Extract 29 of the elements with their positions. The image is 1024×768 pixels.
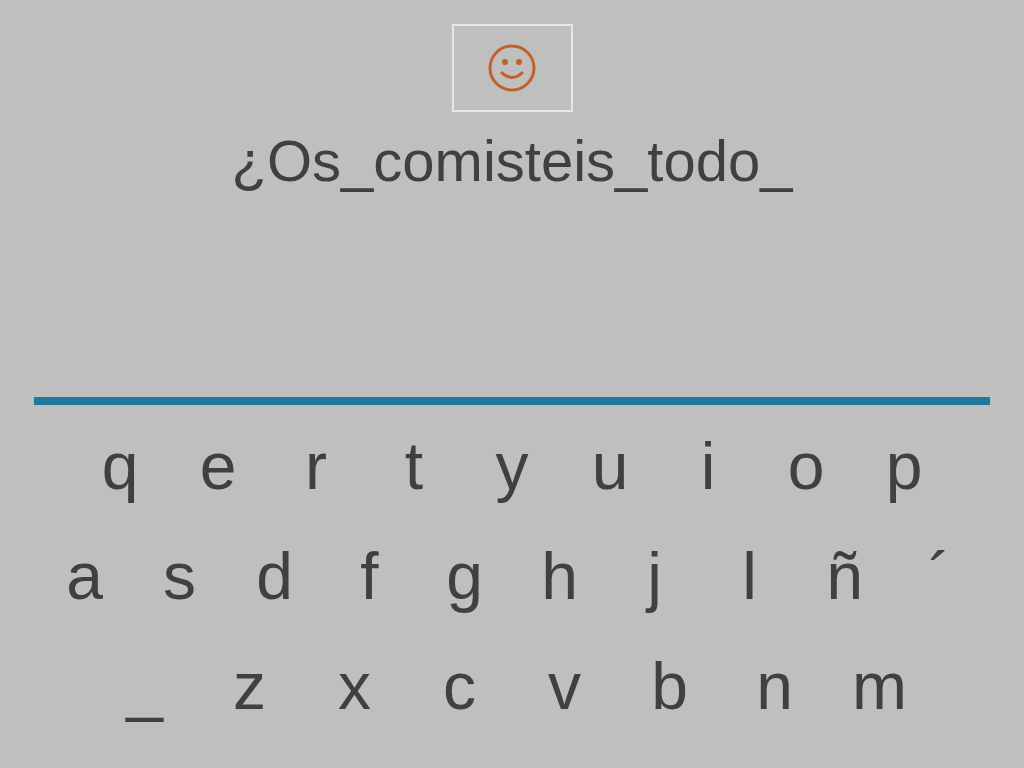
key-button[interactable]: c — [407, 641, 512, 731]
key-button[interactable]: p — [855, 421, 953, 511]
key-button[interactable]: y — [463, 421, 561, 511]
smiley-icon — [487, 43, 537, 93]
key-button[interactable]: _ — [92, 641, 197, 731]
key-button[interactable]: ´ — [892, 531, 987, 621]
key-button[interactable]: a — [37, 531, 132, 621]
key-button[interactable]: e — [169, 421, 267, 511]
key-button[interactable]: z — [197, 641, 302, 731]
key-button[interactable]: i — [659, 421, 757, 511]
key-button[interactable]: g — [417, 531, 512, 621]
key-button[interactable]: q — [71, 421, 169, 511]
key-button[interactable]: ñ — [797, 531, 892, 621]
key-button[interactable]: s — [132, 531, 227, 621]
key-button[interactable]: j — [607, 531, 702, 621]
key-button[interactable]: f — [322, 531, 417, 621]
key-button[interactable]: t — [365, 421, 463, 511]
key-button[interactable]: m — [827, 641, 932, 731]
key-button[interactable]: d — [227, 531, 322, 621]
key-button[interactable]: u — [561, 421, 659, 511]
key-button[interactable]: h — [512, 531, 607, 621]
key-button[interactable]: x — [302, 641, 407, 731]
key-button[interactable]: b — [617, 641, 722, 731]
key-button[interactable]: r — [267, 421, 365, 511]
key-button[interactable]: n — [722, 641, 827, 731]
prompt-text: ¿Os_comisteis_todo_ — [231, 132, 793, 190]
key-button[interactable]: l — [702, 531, 797, 621]
key-button[interactable]: v — [512, 641, 617, 731]
key-button[interactable]: o — [757, 421, 855, 511]
